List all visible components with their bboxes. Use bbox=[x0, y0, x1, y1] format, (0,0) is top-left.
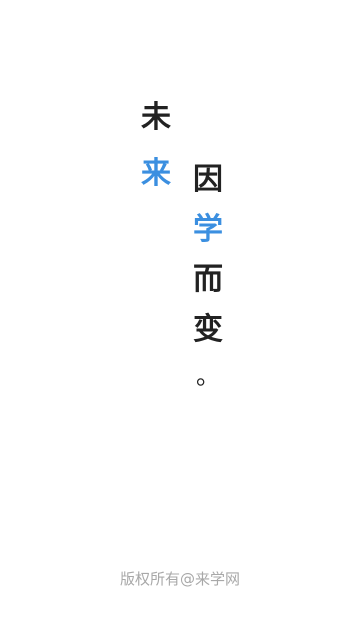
slogan-char-bian: 变 bbox=[193, 312, 223, 347]
slogan-char-lai: 来 bbox=[141, 156, 171, 191]
slogan-period: 。 bbox=[196, 362, 220, 390]
slogan-char-xue: 学 bbox=[193, 212, 223, 247]
splash-screen: 未 来 因 学 而 变 。 版权所有@来学网 bbox=[0, 0, 360, 640]
slogan-char-wei: 未 bbox=[141, 100, 171, 135]
slogan-char-yin: 因 bbox=[193, 162, 223, 197]
copyright-text: 版权所有@来学网 bbox=[119, 570, 240, 588]
slogan-char-er: 而 bbox=[193, 262, 223, 297]
